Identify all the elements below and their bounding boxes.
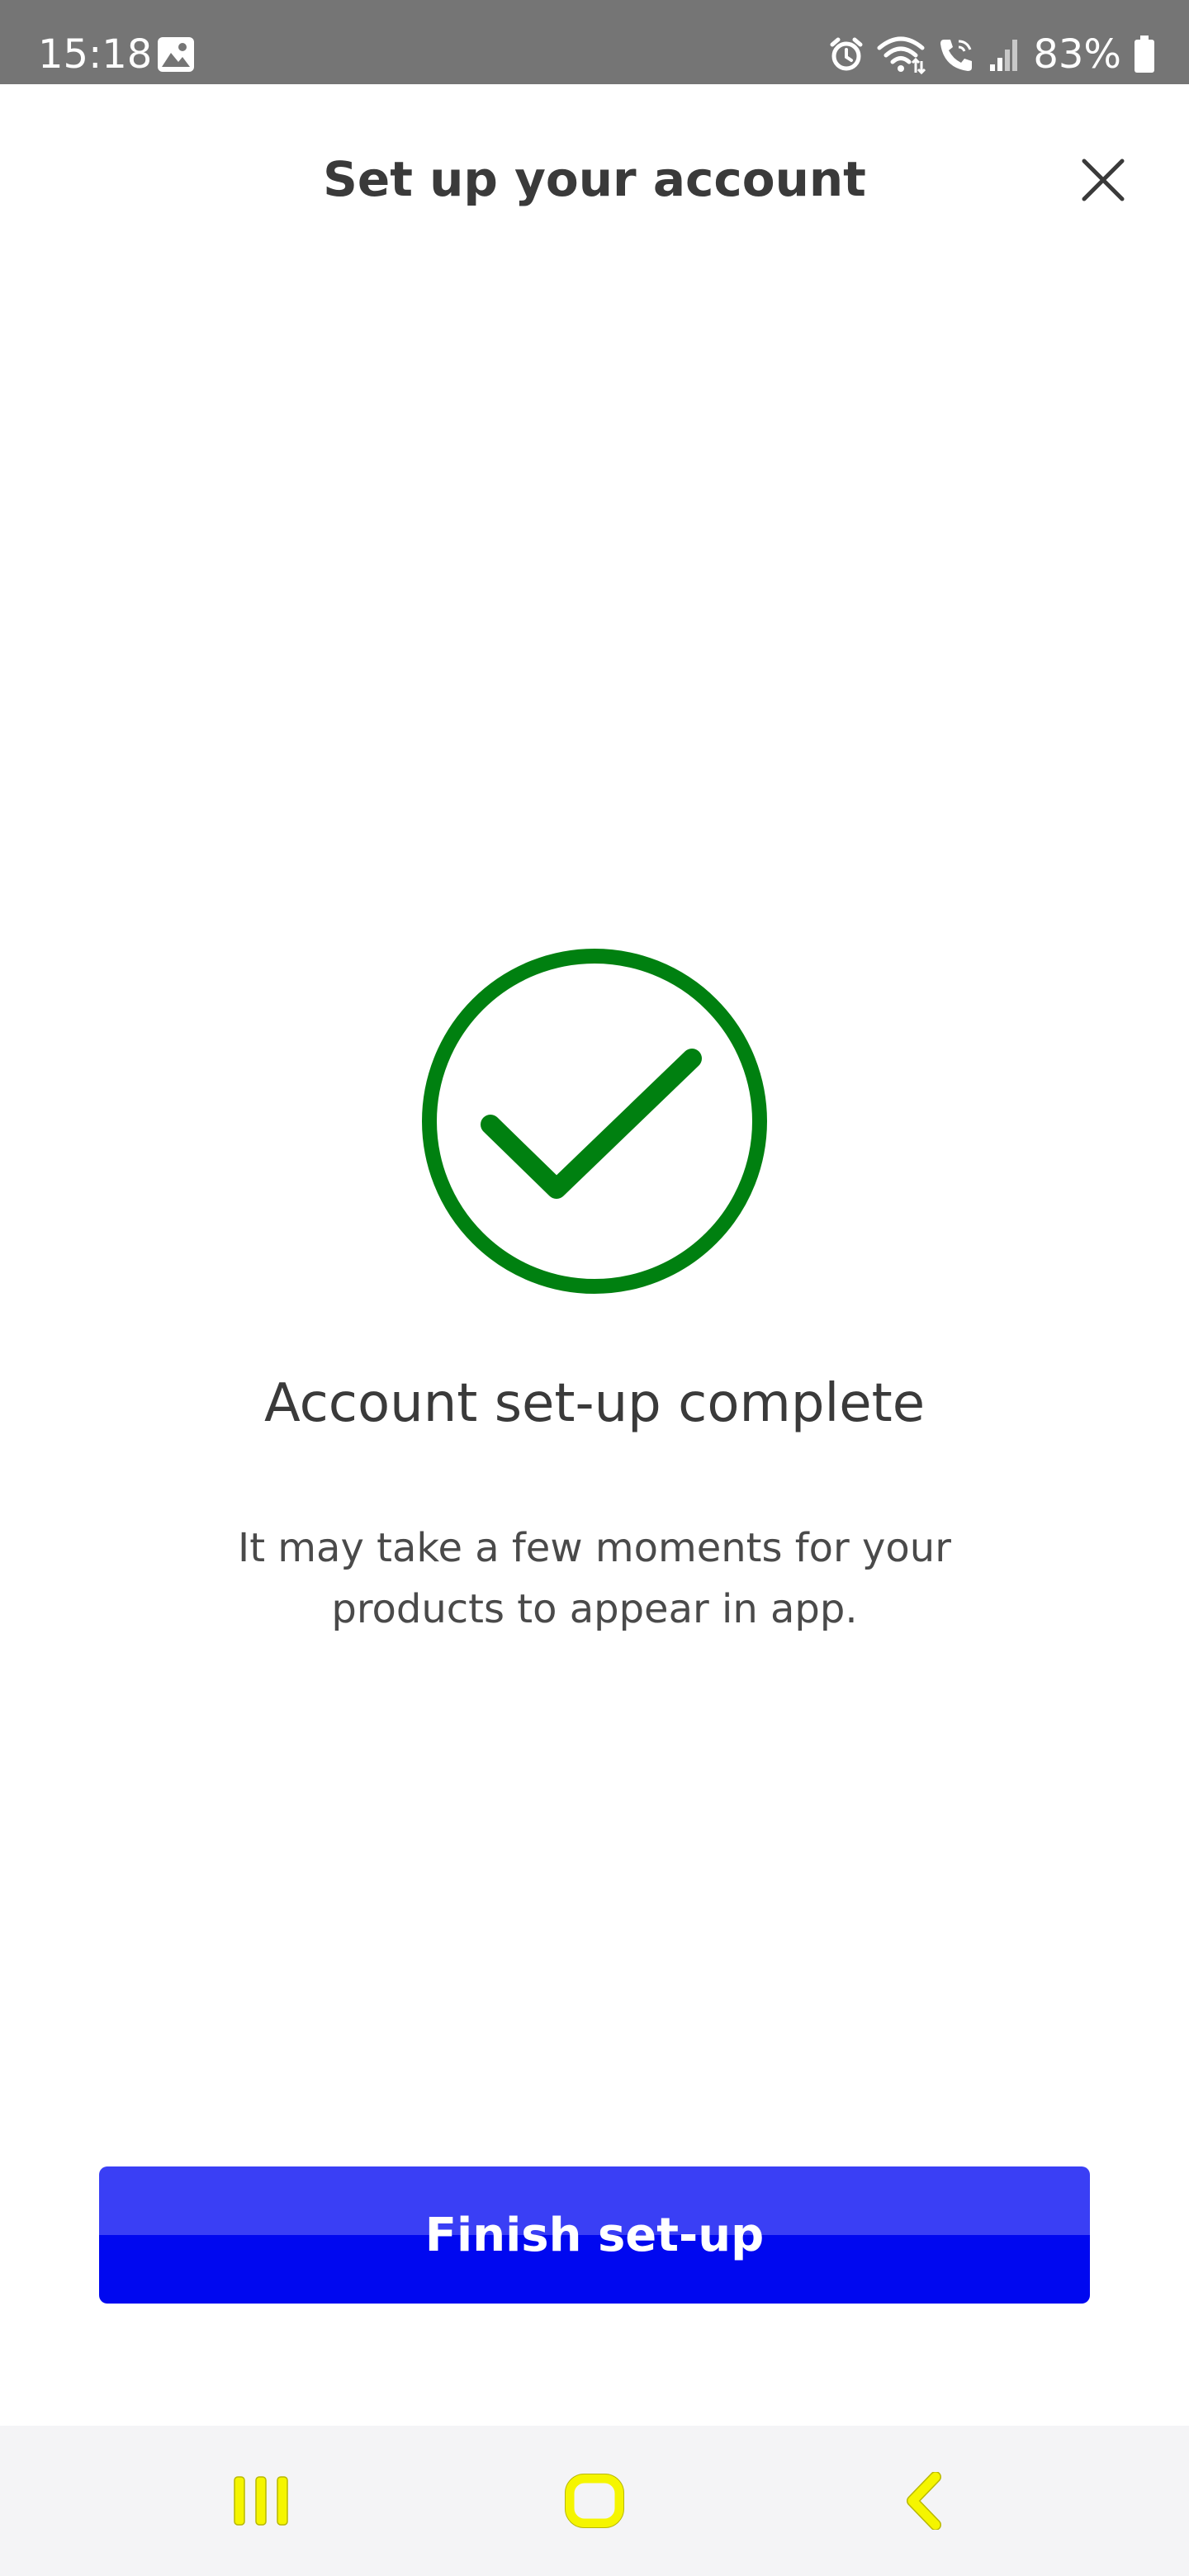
status-icons: 83% <box>828 30 1156 79</box>
back-icon <box>907 2472 941 2530</box>
page-title: Set up your account <box>323 151 866 207</box>
finish-setup-button[interactable]: Finish set-up <box>99 2166 1090 2304</box>
screen: 15:18 83% Set up your account Account se… <box>0 0 1189 2576</box>
close-button[interactable] <box>1070 147 1136 213</box>
gallery-icon <box>158 37 194 72</box>
navigation-bar <box>0 2426 1189 2576</box>
recents-button[interactable] <box>178 2426 343 2576</box>
success-message: It may take a few moments for your produ… <box>238 1525 951 1632</box>
back-button[interactable] <box>842 2426 1007 2576</box>
alarm-icon <box>830 37 863 71</box>
status-time: 15:18 <box>38 31 153 78</box>
success-title: Account set-up complete <box>263 1373 926 1434</box>
header: Set up your account <box>0 84 1189 266</box>
wifi-calling-icon <box>940 40 973 71</box>
battery-icon <box>1135 36 1154 73</box>
home-icon <box>565 2474 624 2528</box>
status-bar: 15:18 83% <box>0 0 1189 84</box>
check-circle-icon <box>422 949 767 1294</box>
recents-icon <box>234 2476 288 2526</box>
battery-percentage: 83% <box>1033 31 1121 78</box>
wifi-icon <box>877 36 926 74</box>
home-button[interactable] <box>512 2426 677 2576</box>
signal-icon <box>990 40 1018 71</box>
close-icon <box>1082 159 1125 201</box>
